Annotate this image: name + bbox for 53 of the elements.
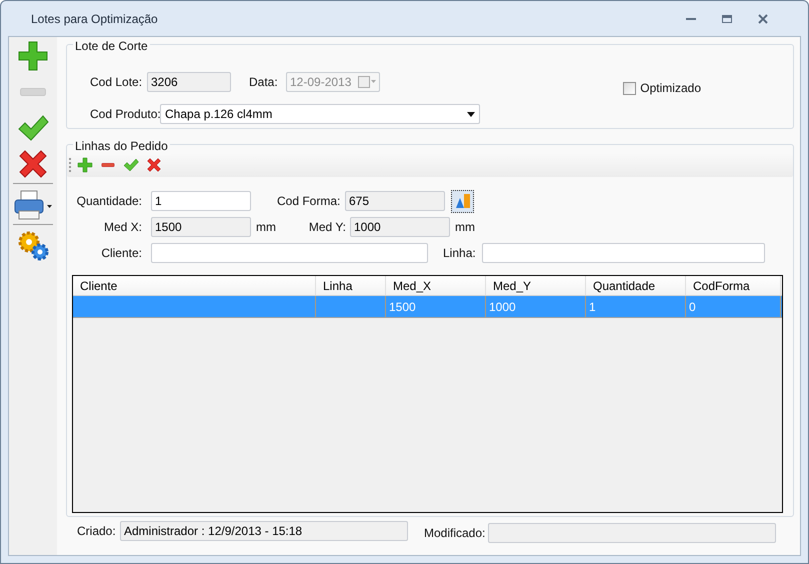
field-label: Linha:: [443, 245, 477, 262]
plus-icon: [17, 40, 49, 72]
plus-icon: [77, 157, 93, 173]
field-label: Cliente:: [100, 245, 142, 262]
close-icon: [17, 148, 49, 180]
caret-icon: [467, 112, 475, 116]
med-x-field[interactable]: 1500: [151, 217, 251, 237]
printer-icon: [13, 189, 53, 221]
field-label: mm: [455, 219, 475, 236]
quantidade-field[interactable]: 1: [151, 191, 251, 211]
gears-icon: [17, 230, 49, 262]
med-y-field[interactable]: 1000: [350, 217, 450, 237]
optimizado-checkbox[interactable]: Optimizado: [623, 79, 701, 97]
table-cell: 0: [686, 296, 781, 317]
field-label: Cod Lote:: [90, 74, 144, 91]
product-dropdown[interactable]: Chapa p.126 cl4mm: [160, 104, 480, 124]
field-label: Data:: [249, 74, 279, 91]
field-label: Cod Forma:: [277, 193, 342, 210]
field-label: Criado:: [77, 523, 117, 540]
column-header[interactable]: CodForma: [686, 276, 781, 295]
linha-field[interactable]: [482, 243, 765, 263]
column-header[interactable]: Quantidade: [586, 276, 686, 295]
column-header[interactable]: Linha: [316, 276, 386, 295]
cod-forma-field[interactable]: 675: [345, 191, 445, 211]
criado-field[interactable]: Administrador : 12/9/2013 - 15:18: [120, 521, 408, 541]
toolbar-button[interactable]: [145, 156, 163, 174]
table-cell: 1500: [386, 296, 486, 317]
calendar-icon: [358, 76, 376, 88]
field-label: Quantidade:: [76, 193, 142, 210]
shape-button[interactable]: [451, 190, 474, 212]
cliente-field[interactable]: [151, 243, 428, 263]
field-label: Med X:: [102, 219, 142, 236]
window-title: Lotes para Optimização: [31, 10, 159, 28]
field-label: Cod Produto:: [90, 106, 160, 123]
minus-icon: [17, 88, 49, 96]
column-header[interactable]: Med_Y: [486, 276, 586, 295]
close-icon: [146, 157, 162, 173]
toolbar-button[interactable]: [122, 156, 140, 174]
minus-icon: [100, 163, 116, 167]
toolbar-button[interactable]: [76, 156, 94, 174]
check-icon: [123, 157, 139, 173]
field-label: Med Y:: [308, 219, 346, 236]
toolbar-button[interactable]: [13, 188, 53, 222]
column-header[interactable]: Cliente: [73, 276, 316, 295]
column-header[interactable]: Med_X: [386, 276, 486, 295]
field-label: Modificado:: [424, 525, 486, 542]
close-icon: [758, 14, 768, 24]
cod-lote-field[interactable]: 3206: [147, 72, 231, 92]
shapes-icon: [454, 193, 470, 209]
table-cell: 1000: [486, 296, 586, 317]
modificado-field[interactable]: [488, 523, 776, 543]
table-cell: 1: [586, 296, 686, 317]
field-label: mm: [256, 219, 277, 236]
